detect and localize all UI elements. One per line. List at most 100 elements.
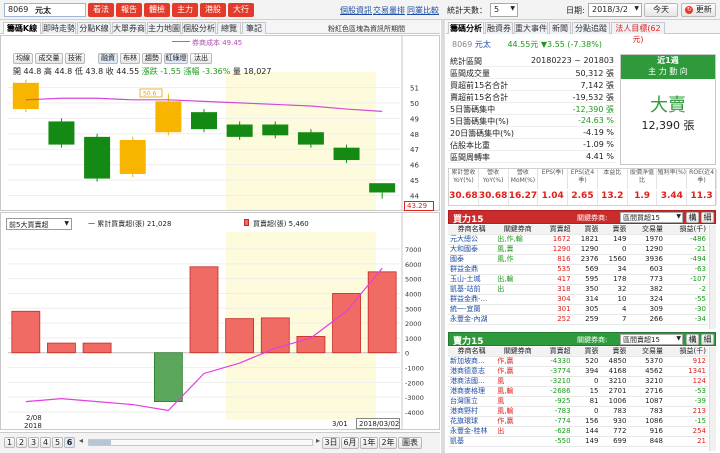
tab-overview[interactable]: 總覽	[217, 22, 241, 34]
sell-scrollbar[interactable]	[709, 347, 716, 451]
hk-stock-button[interactable]: 港股	[200, 3, 226, 17]
chart-type-button[interactable]: 圖表	[398, 437, 422, 449]
table-cell: 930	[600, 416, 629, 427]
table-row[interactable]: 統一-宜蘭 301 305 4 309 -30	[448, 304, 708, 315]
table-row[interactable]: 港商麥格理 風,輸 -2686 15 2701 2716 -53	[448, 386, 708, 397]
table-cell: 213	[664, 406, 708, 417]
tab-notes[interactable]: 筆記	[242, 22, 266, 34]
table-header-row: 券商名稱 關鍵券商 買賣超 買張 賣張 交易量 損益(千)	[448, 225, 708, 235]
report-button[interactable]: 報告	[116, 3, 142, 17]
stat-label: 買超前15名合計	[450, 81, 509, 90]
table-row[interactable]: 港商德意志 作,贏 -3774 394 4168 4562 1341	[448, 366, 708, 377]
buy-detail-button[interactable]: 細	[701, 212, 714, 223]
sell-select[interactable]: 區間賣超15 ▼	[620, 334, 683, 345]
scroll-left-icon[interactable]: ◂	[79, 436, 83, 445]
tab-major-events[interactable]: 重大事件	[514, 22, 548, 34]
table-cell: 風,輸	[495, 406, 541, 417]
table-row[interactable]: 港商法國... 風 -3210 0 3210 3210 124	[448, 376, 708, 387]
range-3d-button[interactable]: 3日	[322, 437, 340, 449]
refresh-label: 更新	[695, 5, 712, 14]
stat-value: 7,142 張	[580, 81, 614, 90]
table-cell: 3936	[628, 254, 665, 265]
page-5-button[interactable]: 5	[52, 437, 63, 448]
mainforce-button[interactable]: 主力	[172, 3, 198, 17]
table-row[interactable]: 港商野村 風,輸 -783 0 783 783 213	[448, 406, 708, 417]
column-header[interactable]: 券商名稱	[448, 347, 496, 357]
stock-code: 8069	[8, 5, 29, 14]
today-button[interactable]: 今天	[644, 3, 678, 17]
table-row[interactable]: 元大總公 出,作,輸 1672 1821 149 1970 -486	[448, 234, 708, 245]
pane-divider[interactable]	[441, 20, 445, 453]
table-cell: 玉山-土城	[448, 274, 496, 285]
scrollbar-thumb[interactable]	[89, 440, 111, 445]
view-button[interactable]: 看法	[88, 3, 114, 17]
range-6m-button[interactable]: 6月	[341, 437, 359, 449]
table-row[interactable]: 台灣匯立風 -925 81 1006 1087 -39	[448, 396, 708, 407]
page-2-button[interactable]: 2	[16, 437, 27, 448]
stock-code-input[interactable]: 8069 元太	[4, 3, 86, 17]
trend-value: 12,390 張	[641, 119, 695, 132]
bank-button[interactable]: 大行	[228, 3, 254, 17]
tab-branch-kline[interactable]: 分點K線	[77, 22, 111, 34]
tab-inst-target[interactable]: 法人目標(62元)	[611, 22, 665, 44]
tab-mainforce-map[interactable]: 主力地圖	[147, 22, 181, 34]
buy-select[interactable]: 區間買超15 ▼	[620, 212, 683, 223]
page-4-button[interactable]: 4	[40, 437, 51, 448]
date-input[interactable]: 2018/3/2 ▼	[588, 3, 642, 17]
tab-branch-track[interactable]: 分點追蹤	[572, 22, 610, 34]
horizontal-scrollbar[interactable]	[88, 439, 313, 446]
column-header[interactable]: 賣張	[600, 225, 629, 235]
range-1y-button[interactable]: 1年	[360, 437, 378, 449]
scroll-right-icon[interactable]: ▸	[316, 436, 320, 445]
refresh-button[interactable]: ↻ 更新	[681, 3, 716, 17]
table-row[interactable]: 凱基-站前出 318 350 32 382 -2	[448, 284, 708, 295]
buy-scrollbar[interactable]	[709, 225, 716, 329]
range-2y-button[interactable]: 2年	[379, 437, 397, 449]
page-6-button[interactable]: 6	[64, 437, 75, 448]
link-volume-rank[interactable]: 交易量排	[373, 5, 405, 16]
table-row[interactable]: 群益金鼎 535 569 34 603 -63	[448, 264, 708, 275]
column-header[interactable]: 買張	[572, 225, 601, 235]
tab-chip-kline[interactable]: 籌碼K線	[3, 22, 41, 34]
stat-days-select[interactable]: 5 ▼	[490, 3, 518, 17]
table-row[interactable]: 新加坡商... 作,贏 -4330 520 4850 5370 912	[448, 356, 708, 367]
tab-big-broker[interactable]: 大單券商	[112, 22, 146, 34]
sell-detail-button[interactable]: 細	[701, 334, 714, 345]
link-stock-info[interactable]: 個股資訊	[340, 5, 372, 16]
table-row[interactable]: 國泰 風,作 816 2376 1560 3936 -494	[448, 254, 708, 265]
table-row[interactable]: 玉山-土城 出,輸 417 595 178 773 -107	[448, 274, 708, 285]
column-header[interactable]: 損益(千)	[664, 347, 708, 357]
column-header[interactable]: 券商名稱	[448, 225, 496, 235]
tab-stock-analysis[interactable]: 個股分析	[182, 22, 216, 34]
page-3-button[interactable]: 3	[28, 437, 39, 448]
table-row[interactable]: 凱基 -550 149 699 848 21	[448, 436, 708, 447]
tab-chip-analysis[interactable]: 籌碼分析	[448, 22, 484, 34]
column-header[interactable]: 交易量	[628, 347, 665, 357]
table-cell: 2716	[628, 386, 665, 397]
column-header[interactable]: 交易量	[628, 225, 665, 235]
checkup-button[interactable]: 體檢	[144, 3, 170, 17]
buy-structure-button[interactable]: 構	[686, 212, 699, 223]
page-1-button[interactable]: 1	[4, 437, 15, 448]
column-header[interactable]: 買張	[572, 347, 601, 357]
metric-value: 30.68	[479, 191, 509, 205]
sell-structure-button[interactable]: 構	[686, 334, 699, 345]
column-header[interactable]: 損益(千)	[664, 225, 708, 235]
table-cell: 0	[572, 376, 601, 387]
tab-margin[interactable]: 融資券	[485, 22, 513, 34]
column-header[interactable]: 關鍵券商	[495, 225, 541, 235]
link-peer-compare[interactable]: 同業比較	[407, 5, 439, 16]
column-header[interactable]: 買賣超	[540, 347, 573, 357]
tab-news[interactable]: 新聞	[549, 22, 571, 34]
table-row[interactable]: 大和國泰 風,賣 1290 1290 0 1290 -21	[448, 244, 708, 255]
column-header[interactable]: 買賣超	[540, 225, 573, 235]
table-row[interactable]: 永豐金-內湖 252 259 7 266 -34	[448, 314, 708, 325]
table-row[interactable]: 花旗環球 作,贏 -774 156 930 1086 -15	[448, 416, 708, 427]
stat-label: 20日籌碼集中(%)	[450, 129, 515, 138]
column-header[interactable]: 關鍵券商	[495, 347, 541, 357]
table-row[interactable]: 永豐金-桂林出 -628 144 772 916 254	[448, 426, 708, 437]
tab-realtime[interactable]: 即時走勢	[42, 22, 76, 34]
table-row[interactable]: 群益金鼎-... 304 314 10 324 -55	[448, 294, 708, 305]
table-cell: -107	[664, 274, 708, 285]
column-header[interactable]: 賣張	[600, 347, 629, 357]
